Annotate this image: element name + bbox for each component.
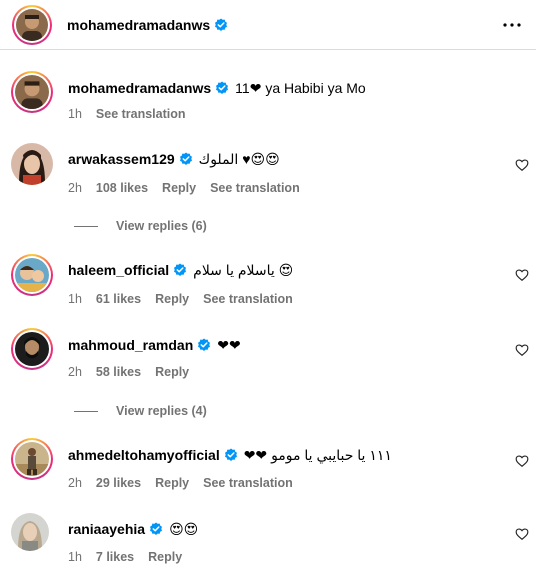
comment-text: ❤❤ (217, 337, 241, 353)
commenter-avatar[interactable] (15, 332, 49, 366)
comment-line: ahmedeltohamyofficial ❤❤ ١١١ يا حبايبي يا… (68, 446, 392, 464)
like-heart-icon[interactable] (515, 343, 529, 357)
comment-meta: 1h 7 likes Reply (68, 549, 196, 565)
reply-button[interactable]: Reply (155, 476, 189, 490)
comment-text: ياسلام يا سلام 😍 (193, 262, 294, 278)
caption-avatar[interactable] (15, 75, 49, 109)
reply-button[interactable]: Reply (155, 292, 189, 306)
caption-story-ring[interactable] (11, 71, 53, 113)
comment-username[interactable]: arwakassem129 (68, 151, 175, 167)
comment-time[interactable]: 2h (68, 365, 82, 379)
comment-likes[interactable]: 58 likes (96, 365, 141, 379)
commenter-story-ring[interactable] (11, 328, 53, 370)
like-heart-icon[interactable] (515, 158, 529, 172)
verified-badge-icon (197, 338, 211, 352)
caption-see-translation[interactable]: See translation (96, 107, 186, 121)
comment-line: raniaayehia 😍😍 (68, 520, 198, 538)
caption-time[interactable]: 1h (68, 107, 82, 121)
comment-likes[interactable]: 108 likes (96, 181, 148, 195)
more-horizontal-icon (503, 23, 521, 27)
comment-time[interactable]: 1h (68, 292, 82, 306)
like-heart-icon[interactable] (515, 527, 529, 541)
verified-badge-icon (214, 18, 228, 32)
commenter-avatar[interactable] (11, 143, 53, 185)
reply-button[interactable]: Reply (162, 181, 196, 195)
commenter-story-ring[interactable] (11, 438, 53, 480)
story-ring[interactable] (12, 5, 52, 45)
comment-likes[interactable]: 7 likes (96, 550, 134, 564)
commenter-avatar[interactable] (15, 258, 49, 292)
comment-line: mahmoud_ramdan ❤❤ (68, 336, 241, 354)
caption-line: mohamedramadanws 11❤ ya Habibi ya Mo (68, 79, 366, 97)
comment-text: ❤❤ ١١١ يا حبايبي يا مومو (243, 447, 392, 463)
verified-badge-icon (173, 263, 187, 277)
comment-text: 😍😍 (169, 521, 199, 537)
author-avatar[interactable] (16, 9, 48, 41)
view-replies-button[interactable]: View replies (6) (74, 218, 207, 234)
reply-button[interactable]: Reply (155, 365, 189, 379)
comment-likes[interactable]: 29 likes (96, 476, 141, 490)
comment-meta: 2h 58 likes Reply (68, 364, 203, 380)
see-translation-button[interactable]: See translation (203, 476, 293, 490)
comment-text: الملوك ♥😍😍 (198, 151, 280, 167)
like-heart-icon[interactable] (515, 268, 529, 282)
comment-username[interactable]: raniaayehia (68, 521, 145, 537)
comment-username[interactable]: haleem_official (68, 262, 169, 278)
commenter-avatar[interactable] (15, 442, 49, 476)
comment-time[interactable]: 2h (68, 181, 82, 195)
comment-username[interactable]: mahmoud_ramdan (68, 337, 193, 353)
comment-line: arwakassem129 الملوك ♥😍😍 (68, 150, 280, 168)
comment-time[interactable]: 1h (68, 550, 82, 564)
like-heart-icon[interactable] (515, 454, 529, 468)
verified-badge-icon (224, 448, 238, 462)
comment-line: haleem_official ياسلام يا سلام 😍 (68, 261, 293, 279)
comment-likes[interactable]: 61 likes (96, 292, 141, 306)
verified-badge-icon (215, 81, 229, 95)
comment-meta: 2h 29 likes Reply See translation (68, 475, 307, 491)
reply-button[interactable]: Reply (148, 550, 182, 564)
comment-meta: 2h 108 likes Reply See translation (68, 180, 314, 196)
more-options-button[interactable] (502, 16, 522, 34)
comment-meta: 1h 61 likes Reply See translation (68, 291, 307, 307)
caption-meta: 1h See translation (68, 106, 200, 122)
commenter-avatar[interactable] (11, 513, 49, 551)
author-username[interactable]: mohamedramadanws (67, 16, 228, 34)
see-translation-button[interactable]: See translation (203, 292, 293, 306)
caption-text: 11❤ ya Habibi ya Mo (235, 80, 366, 96)
see-translation-button[interactable]: See translation (210, 181, 300, 195)
replies-line (74, 411, 98, 413)
comment-time[interactable]: 2h (68, 476, 82, 490)
view-replies-button[interactable]: View replies (4) (74, 403, 207, 419)
verified-badge-icon (179, 152, 193, 166)
caption-username[interactable]: mohamedramadanws (68, 80, 211, 96)
replies-line (74, 226, 98, 228)
comment-username[interactable]: ahmedeltohamyofficial (68, 447, 220, 463)
commenter-story-ring[interactable] (11, 254, 53, 296)
post-header: mohamedramadanws (0, 0, 536, 50)
verified-badge-icon (149, 522, 163, 536)
